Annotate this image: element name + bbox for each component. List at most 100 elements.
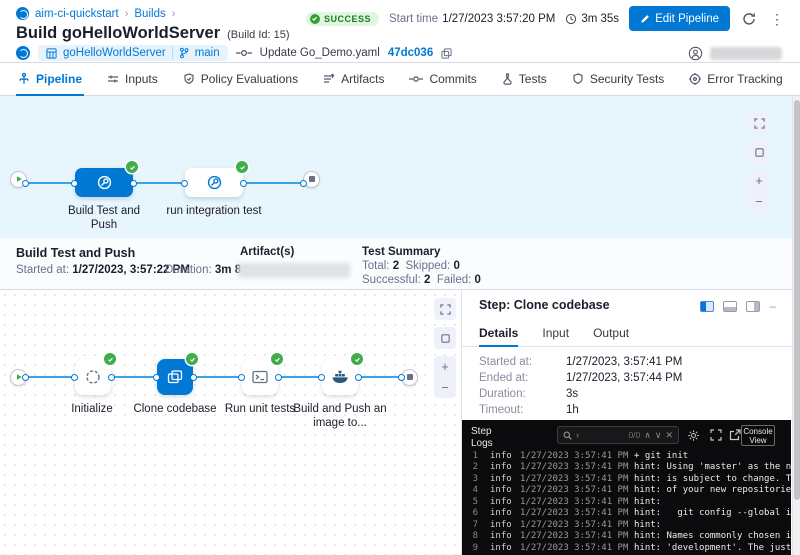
step-canvas-controls: + − (434, 298, 456, 398)
log-row: 3info1/27/2023 3:57:41 PMhint: is subjec… (462, 473, 791, 485)
zoom-in-button[interactable]: + (748, 170, 770, 191)
tab-tests[interactable]: Tests (500, 63, 549, 95)
scrollbar-thumb[interactable] (794, 100, 800, 500)
log-lines[interactable]: 1info1/27/2023 3:57:41 PM+ git init 2inf… (462, 450, 791, 555)
stage-node-run-integration-test[interactable] (185, 168, 243, 197)
connector-dot (22, 180, 29, 187)
search-prev-icon[interactable]: ∧ (644, 430, 651, 441)
successful-value: 2 (424, 274, 430, 286)
kebab-menu-button[interactable]: ⋮ (768, 10, 786, 28)
success-check-icon (310, 14, 320, 24)
step-node-initialize[interactable] (75, 359, 111, 395)
branch-icon (179, 47, 189, 59)
search-icon (563, 431, 572, 440)
field-label: Ended at: (479, 372, 528, 384)
start-time-value: 1/27/2023 3:57:20 PM (442, 13, 555, 25)
build-tabs: Pipeline Inputs Policy Evaluations Artif… (0, 63, 800, 96)
tab-artifacts[interactable]: Artifacts (321, 63, 386, 95)
breadcrumb-builds-link[interactable]: Builds (134, 8, 165, 20)
stop-icon (407, 374, 413, 380)
stage-label: run integration test (164, 204, 264, 218)
copy-icon[interactable] (441, 48, 452, 59)
field-label: Duration: (479, 388, 526, 400)
skipped-label: Skipped: (406, 260, 451, 272)
tab-inputs[interactable]: Inputs (105, 63, 160, 95)
zoom-in-button[interactable]: + (434, 356, 456, 377)
start-time-label: Start time (389, 13, 438, 25)
fit-to-view-button[interactable] (748, 141, 770, 163)
fit-to-view-button[interactable] (434, 327, 456, 349)
harness-logo-icon (16, 7, 29, 20)
connector-dot (22, 374, 29, 381)
step-node-run-unit-tests[interactable] (242, 359, 278, 395)
status-text: SUCCESS (324, 14, 371, 24)
skipped-value: 0 (453, 260, 459, 272)
page-scrollbar[interactable] (792, 96, 800, 555)
log-fullscreen-icon[interactable] (710, 429, 722, 441)
commit-sha-link[interactable]: 47dc036 (388, 47, 433, 59)
tab-output[interactable]: Output (593, 320, 629, 346)
log-row: 7info1/27/2023 3:57:41 PMhint: (462, 519, 791, 531)
connector-dot (318, 374, 325, 381)
repo-branch-chip[interactable]: goHelloWorldServer main (38, 45, 228, 61)
duration-label: Duration: (165, 264, 212, 276)
tab-policy-evaluations[interactable]: Policy Evaluations (181, 63, 300, 95)
connector-dot (71, 374, 78, 381)
search-clear-icon[interactable]: ✕ (665, 430, 673, 441)
search-next-icon[interactable]: ∨ (655, 430, 662, 441)
repo-icon (46, 48, 57, 59)
console-view-button[interactable]: Console View (741, 425, 775, 446)
step-node-build-and-push[interactable] (322, 359, 358, 395)
layout-bottom-icon[interactable] (723, 301, 737, 312)
total-value: 2 (393, 260, 399, 272)
field-value: 1/27/2023, 3:57:41 PM (566, 356, 682, 368)
connector-dot (238, 374, 245, 381)
zoom-out-button[interactable]: − (434, 377, 456, 398)
stage-connector-line (26, 182, 308, 184)
log-external-link-icon[interactable] (729, 429, 741, 441)
connector-dot (181, 180, 188, 187)
field-value: 1h (566, 404, 579, 416)
expand-canvas-button[interactable] (434, 298, 456, 320)
zoom-out-button[interactable]: − (748, 191, 770, 212)
terminal-icon (250, 367, 270, 387)
tab-input[interactable]: Input (542, 320, 569, 346)
connector-dot (275, 374, 282, 381)
stage-node-build-test-and-push[interactable] (75, 168, 133, 197)
connector-dot (108, 374, 115, 381)
total-duration: 3m 35s (581, 13, 619, 25)
log-settings-icon[interactable] (687, 429, 700, 442)
refresh-button[interactable] (740, 10, 758, 28)
zoom-controls: + − (434, 356, 456, 398)
build-id-label: (Build Id: 15) (227, 29, 289, 41)
sync-icon (83, 367, 103, 387)
step-node-clone-codebase[interactable] (157, 359, 193, 395)
tab-security-tests[interactable]: Security Tests (570, 63, 666, 95)
pipeline-stage-canvas[interactable]: Build Test and Push run integration test… (0, 96, 800, 238)
log-row: 5info1/27/2023 3:57:41 PMhint: (462, 496, 791, 508)
page-header: aim-ci-quickstart › Builds › SUCCESS Sta… (0, 0, 800, 63)
edit-pipeline-button[interactable]: Edit Pipeline (629, 6, 730, 31)
tab-details[interactable]: Details (479, 320, 518, 346)
stage-details-bar: Build Test and Push Started at: 1/27/202… (0, 238, 800, 290)
layout-right-icon[interactable] (746, 301, 760, 312)
header-actions: SUCCESS Start time 1/27/2023 3:57:20 PM … (306, 6, 786, 31)
stage-details-title: Build Test and Push (16, 246, 135, 260)
pipeline-step-canvas[interactable]: Initialize Clone codebase Run unit tests… (0, 290, 462, 555)
tab-error-tracking[interactable]: Error Tracking (687, 63, 784, 95)
connector-dot (398, 374, 405, 381)
connector-dot (190, 374, 197, 381)
tab-pipeline[interactable]: Pipeline (16, 63, 84, 95)
field-label: Started at: (479, 356, 532, 368)
artifact-redacted (238, 263, 350, 278)
layout-left-icon[interactable] (700, 301, 714, 312)
tab-commits[interactable]: Commits (407, 63, 478, 95)
log-search-input[interactable]: › 0/0 ∧ ∨ ✕ (557, 426, 679, 444)
minimize-panel-icon[interactable]: – (769, 300, 776, 312)
breadcrumb-project-link[interactable]: aim-ci-quickstart (35, 8, 119, 20)
chip-divider (172, 47, 173, 59)
total-label: Total: (362, 260, 390, 272)
log-row: 8info1/27/2023 3:57:41 PMhint: Names com… (462, 531, 791, 543)
expand-canvas-button[interactable] (748, 112, 770, 134)
log-row: 6info1/27/2023 3:57:41 PMhint: git confi… (462, 508, 791, 520)
